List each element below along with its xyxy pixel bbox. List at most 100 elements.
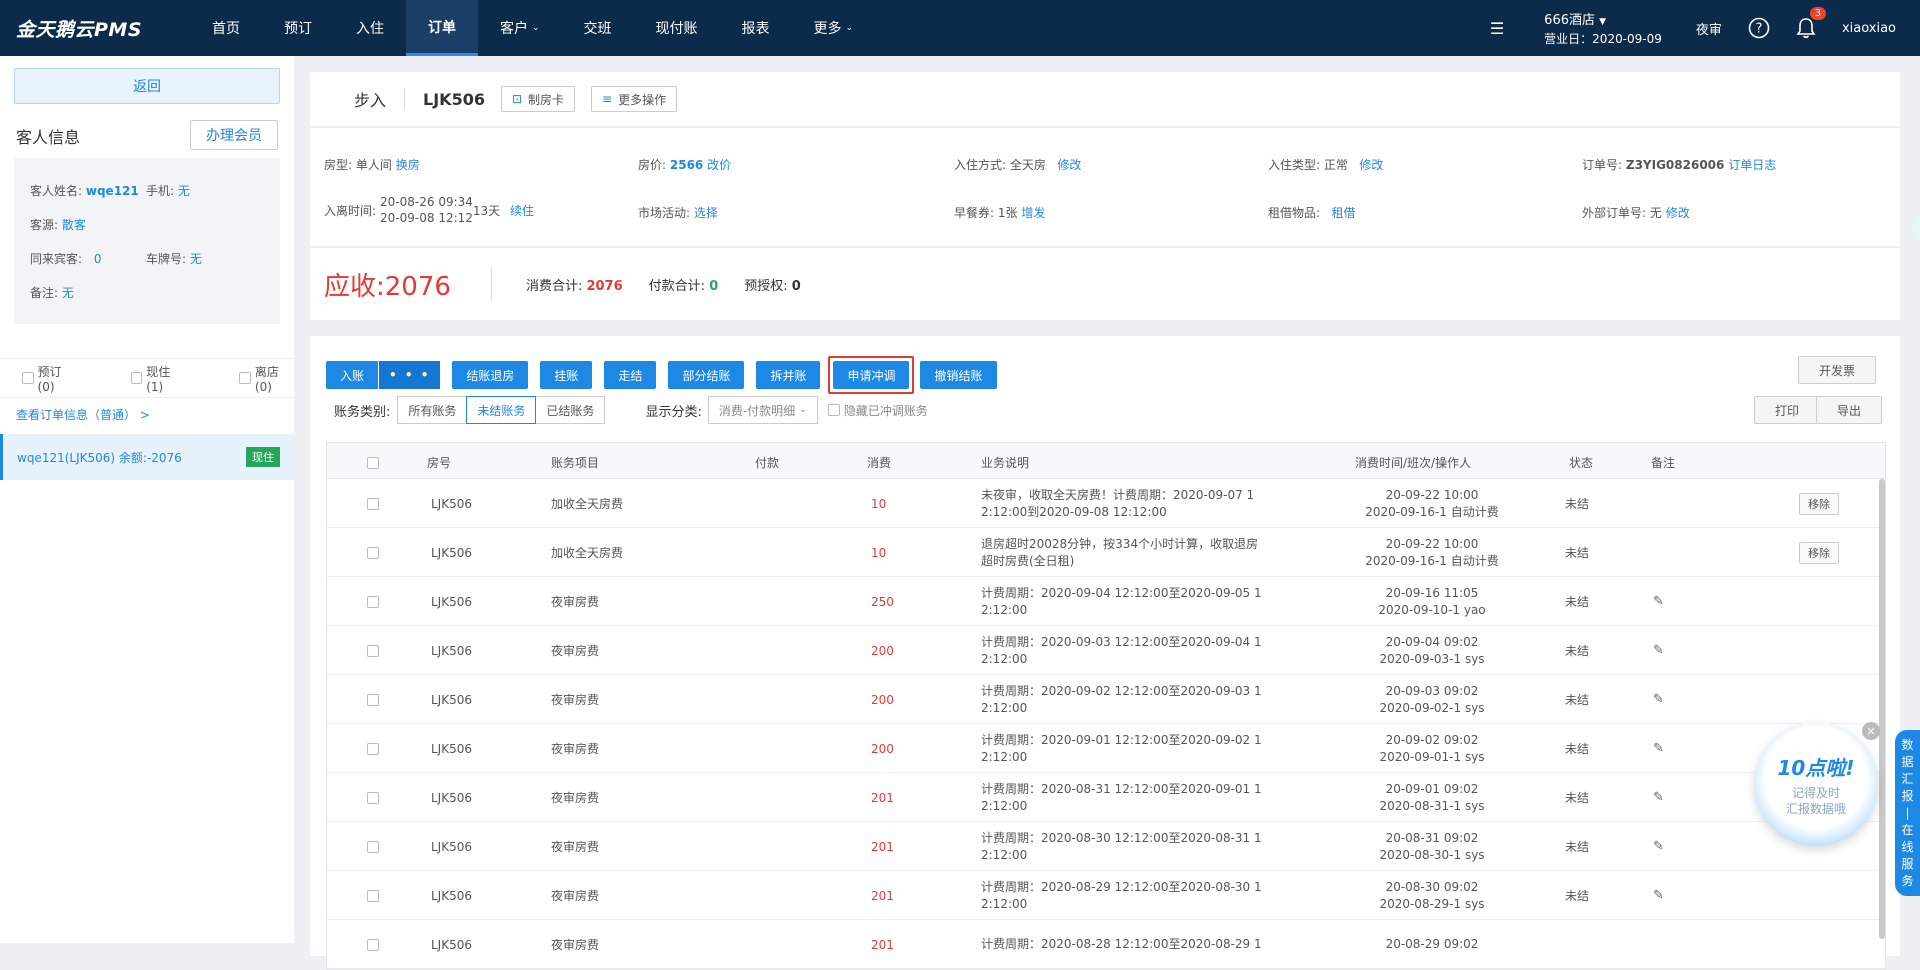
post-more-button[interactable]: • • • [378,361,441,389]
change-price-link[interactable]: 改价 [707,158,731,172]
report-reminder-widget[interactable]: 10点啦! 记得及时 汇报数据哦 [1754,722,1878,846]
help-icon[interactable]: ? [1748,17,1770,39]
nav-item[interactable]: 预订 [262,0,334,56]
export-button[interactable]: 导出 [1816,396,1883,424]
make-room-card-button[interactable]: ⊡ 制房卡 [500,86,576,112]
row-checkbox[interactable] [367,871,383,920]
guest-name-link[interactable]: wqe121 [86,184,139,198]
table-row[interactable]: LJK506 夜审房费 201 计费周期：2020-08-30 12:12:00至20… [327,822,1885,871]
table-row[interactable]: LJK506 夜审房费 201 计费周期：2020-08-31 12:12:00至20… [327,773,1885,822]
remark-link[interactable]: 无 [62,286,74,300]
table-row[interactable]: LJK506 夜审房费 201 计费周期：2020-08-29 12:12:00至20… [327,871,1885,920]
header-select-all[interactable] [367,455,383,469]
row-checkbox[interactable] [367,479,383,528]
row-checkbox[interactable] [367,920,383,969]
nav-item[interactable]: 客户 ⌄ [478,0,562,56]
source-link[interactable]: 散客 [62,218,86,232]
row-checkbox[interactable] [367,577,383,626]
modify-checkin-mode-link[interactable]: 修改 [1057,158,1081,172]
cell-description: 退房超时20028分钟，按334个小时计算，收取退房 超时房费(全日租) [981,536,1259,568]
close-icon[interactable]: × [1862,722,1880,740]
filter-checked-out[interactable]: 离店(0) [239,363,294,394]
remove-button[interactable]: 移除 [1799,541,1839,564]
app-logo[interactable]: 金天鹅云PMS [0,15,190,42]
edit-pencil-icon[interactable]: ✎ [1653,724,1664,773]
edit-pencil-icon[interactable]: ✎ [1653,577,1664,626]
table-row[interactable]: LJK506 夜审房费 200 计费周期：2020-09-03 12:12:00至20… [327,626,1885,675]
rental-link[interactable]: 租借 [1332,206,1356,220]
select-market-link[interactable]: 选择 [694,206,718,220]
view-order-info-link[interactable]: 查看订单信息（普通） > [16,406,150,423]
checkbox[interactable] [239,372,251,384]
table-scrollbar[interactable] [1879,479,1885,939]
checkbox[interactable] [22,372,34,384]
checkbox[interactable] [827,404,840,416]
edit-pencil-icon[interactable]: ✎ [1653,871,1664,920]
checkout-button[interactable]: 结账退房 [452,361,529,389]
edit-pencil-icon[interactable]: ✎ [1653,822,1664,871]
apply-reverse-button[interactable]: 申请冲调 [833,361,910,389]
row-checkbox[interactable] [367,773,383,822]
plate-link[interactable]: 无 [190,252,202,266]
edit-pencil-icon[interactable]: ✎ [1653,675,1664,724]
invoice-button[interactable]: 开发票 [1798,356,1877,384]
edit-pencil-icon[interactable]: ✎ [1653,626,1664,675]
nav-item[interactable]: 现付账 [634,0,720,56]
row-checkbox[interactable] [367,822,383,871]
change-room-link[interactable]: 换房 [396,158,420,172]
order-log-link[interactable]: 订单日志 [1728,158,1776,172]
partial-checkout-button[interactable]: 部分结账 [668,361,745,389]
row-checkbox[interactable] [367,626,383,675]
table-row[interactable]: LJK506 夜审房费 200 计费周期：2020-09-02 12:12:00至20… [327,675,1885,724]
modify-ext-order-link[interactable]: 修改 [1666,206,1690,220]
table-row[interactable]: LJK506 夜审房费 200 计费周期：2020-09-01 12:12:00至20… [327,724,1885,773]
left-sidebar: 返回 客人信息 办理会员 客人姓名: wqe121 手机: 无 客源: 散客 同… [0,56,294,943]
cancel-checkout-button[interactable]: 撤销结账 [920,361,997,389]
data-report-online-service-tab[interactable]: 数据汇报 | 在线服务 [1895,730,1920,896]
table-row[interactable]: LJK506 加收全天房费 10 退房超时20028分钟，按334个小时计算，收取退房… [327,528,1885,577]
print-button[interactable]: 打印 [1754,396,1821,424]
remove-button[interactable]: 移除 [1799,492,1839,515]
display-select[interactable]: 消费-付款明细 ⌄ [707,396,818,424]
nav-item[interactable]: 报表 [720,0,792,56]
modify-checkin-type-link[interactable]: 修改 [1359,158,1383,172]
nav-item[interactable]: 首页 [190,0,262,56]
hang-account-button[interactable]: 挂账 [540,361,593,389]
category-all[interactable]: 所有账务 [397,396,468,424]
filter-reserved[interactable]: 预订(0) [22,363,77,394]
extend-stay-link[interactable]: 续住 [510,202,534,219]
category-settled[interactable]: 已结账务 [535,396,606,424]
night-audit-link[interactable]: 夜审 [1696,19,1722,38]
hide-reversed-toggle[interactable]: 隐藏已冲调账务 [827,402,928,419]
filter-in-house[interactable]: 现住(1) [130,363,186,394]
cell-status: 未结 [1565,889,1590,903]
row-checkbox[interactable] [367,724,383,773]
row-checkbox[interactable] [367,528,383,577]
back-button[interactable]: 返回 [14,68,280,104]
nav-item[interactable]: 入住 [334,0,406,56]
table-row[interactable]: LJK506 加收全天房费 10 未夜审，收取全天房费！计费周期：2020-09-07… [327,479,1885,528]
phone-link[interactable]: 无 [178,184,190,198]
hotel-switcher[interactable]: 666酒店 ▼ 营业日：2020-09-09 [1544,9,1662,47]
list-icon[interactable]: ☰ [1490,19,1504,38]
room-list-item[interactable]: wqe121(LJK506) 余额:-2076 现住 [0,434,294,480]
nav-item[interactable]: 交班 [562,0,634,56]
table-row[interactable]: LJK506 夜审房费 201 计费周期：2020-08-28 12:12:00至20… [327,920,1885,969]
nav-item[interactable]: 更多 ⌄ [792,0,876,56]
nav-item[interactable]: 订单 [406,0,478,56]
post-account-button[interactable]: 入账 [326,367,378,384]
edge-handle[interactable] [1912,212,1920,242]
edit-pencil-icon[interactable]: ✎ [1653,773,1664,822]
row-checkbox[interactable] [367,675,383,724]
add-breakfast-link[interactable]: 增发 [1021,206,1045,220]
more-operations-button[interactable]: ≡ 更多操作 [591,86,678,112]
companions-link[interactable]: 0 [94,252,102,266]
checkbox[interactable] [130,372,143,384]
walk-settle-button[interactable]: 走结 [604,361,657,389]
split-merge-button[interactable]: 拆并账 [756,361,821,389]
category-unsettled[interactable]: 未结账务 [466,396,537,424]
notification-bell-icon[interactable]: 3 [1796,7,1826,39]
table-row[interactable]: LJK506 夜审房费 250 计费周期：2020-09-04 12:12:00至20… [327,577,1885,626]
user-menu[interactable]: xiaoxiao [1842,21,1896,36]
register-member-button[interactable]: 办理会员 [190,120,278,150]
